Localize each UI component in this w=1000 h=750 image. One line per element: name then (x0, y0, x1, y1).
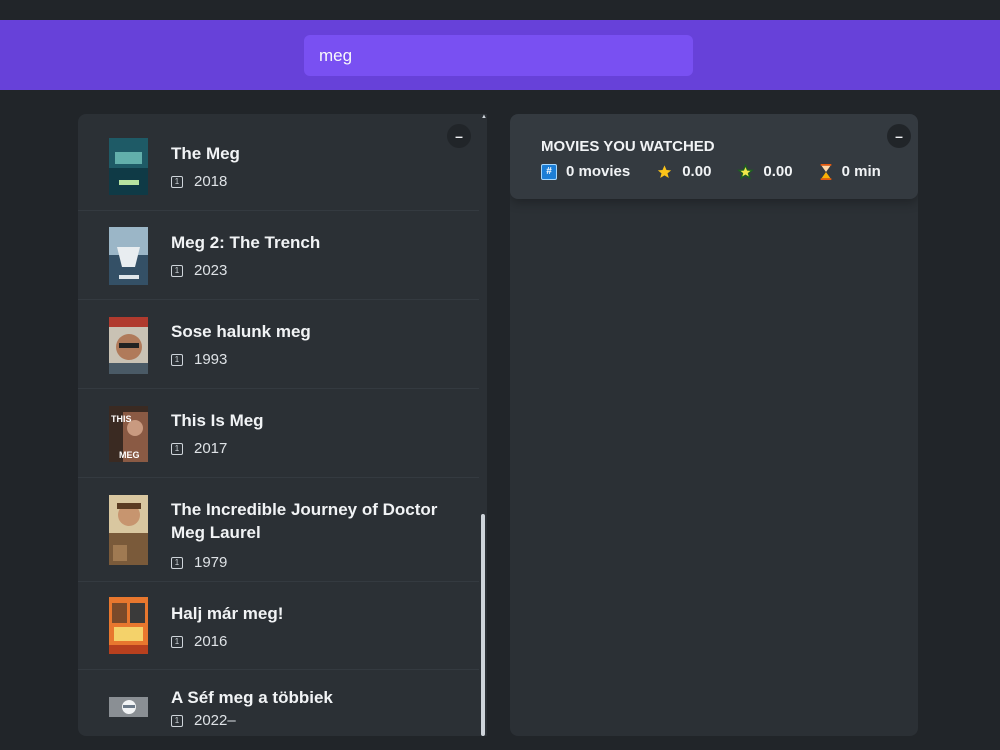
stat-user-rating: 0.00 (737, 163, 793, 180)
poster-image (109, 317, 148, 374)
movie-year: 2016 (194, 633, 228, 650)
list-scrollbar[interactable]: ▲ (479, 114, 487, 736)
poster-image (109, 138, 148, 195)
list-item[interactable]: The Meg 1 2018 (78, 114, 480, 211)
movie-year-row: 1 2022– (171, 712, 236, 729)
list-item[interactable]: The Incredible Journey of Doctor Meg Lau… (78, 478, 480, 582)
movie-year: 1993 (194, 351, 228, 368)
movie-year-row: 1 1993 (171, 351, 227, 368)
list-item[interactable]: Meg 2: The Trench 1 2023 (78, 211, 480, 300)
movie-title: Meg 2: The Trench (171, 233, 321, 252)
movie-year: 2017 (194, 440, 228, 457)
top-strip (0, 0, 1000, 20)
summary-stats: # 0 movies 0.00 0.00 0 min (541, 163, 881, 180)
stat-runtime-value: 0 min (841, 163, 881, 180)
star-icon (658, 164, 672, 178)
calendar-icon: 1 (171, 714, 183, 727)
movie-title: This Is Meg (171, 411, 264, 430)
calendar-icon: 1 (171, 635, 183, 648)
stat-imdb-rating: 0.00 (656, 163, 711, 180)
movie-list-box: – The Meg 1 2018 Meg 2: The Trench 1 202… (78, 114, 487, 736)
search-input[interactable] (304, 35, 693, 76)
movie-list[interactable]: The Meg 1 2018 Meg 2: The Trench 1 2023 (78, 114, 480, 736)
watched-box: Movies you watched # 0 movies 0.00 0.00 (510, 114, 918, 736)
watched-summary: Movies you watched # 0 movies 0.00 0.00 (510, 114, 918, 199)
movie-title: Sose halunk meg (171, 322, 311, 341)
calendar-icon: 1 (171, 264, 183, 277)
poster-image (109, 597, 148, 654)
movie-year: 2022– (194, 712, 236, 729)
navbar (0, 20, 1000, 90)
stat-movies-value: 0 movies (566, 163, 631, 180)
movie-title: The Meg (171, 144, 240, 163)
list-item[interactable]: THIS MEG This Is Meg 1 2017 (78, 389, 480, 478)
movie-year: 1979 (194, 554, 228, 571)
stat-movies: # 0 movies (541, 163, 630, 180)
movie-title: The Incredible Journey of Doctor Meg Lau… (171, 500, 438, 542)
movie-year-row: 1 2018 (171, 173, 227, 190)
calendar-icon: 1 (171, 442, 183, 455)
movie-year-row: 1 2023 (171, 262, 227, 279)
hash-icon: # (541, 163, 557, 180)
movie-year: 2018 (194, 173, 228, 190)
scroll-thumb[interactable] (481, 514, 485, 736)
svg-text:MEG: MEG (119, 450, 140, 460)
summary-title: Movies you watched (541, 138, 715, 155)
hourglass-icon (820, 163, 831, 180)
svg-text:THIS: THIS (111, 414, 132, 424)
star-icon (737, 163, 755, 179)
poster-image (109, 697, 148, 717)
stat-user-value: 0.00 (763, 163, 793, 180)
movie-year: 2023 (194, 262, 228, 279)
list-item[interactable]: Halj már meg! 1 2016 (78, 582, 480, 670)
list-item[interactable]: A Séf meg a többiek 1 2022– (78, 670, 480, 736)
scroll-up-arrow[interactable]: ▲ (481, 114, 487, 120)
stat-imdb-value: 0.00 (682, 163, 712, 180)
calendar-icon: 1 (171, 175, 183, 188)
poster-image: THIS MEG (109, 406, 148, 462)
collapse-watched-button[interactable]: – (887, 124, 911, 148)
movie-year-row: 1 1979 (171, 554, 227, 571)
collapse-list-button[interactable]: – (447, 124, 471, 148)
poster-image (109, 227, 148, 285)
calendar-icon: 1 (171, 556, 183, 569)
movie-year-row: 1 2017 (171, 440, 227, 457)
calendar-icon: 1 (171, 353, 183, 366)
list-item[interactable]: Sose halunk meg 1 1993 (78, 300, 480, 389)
movie-title: A Séf meg a többiek (171, 688, 333, 707)
poster-image (109, 495, 148, 565)
movie-year-row: 1 2016 (171, 633, 227, 650)
movie-title: Halj már meg! (171, 604, 284, 623)
stat-runtime: 0 min (819, 163, 881, 180)
